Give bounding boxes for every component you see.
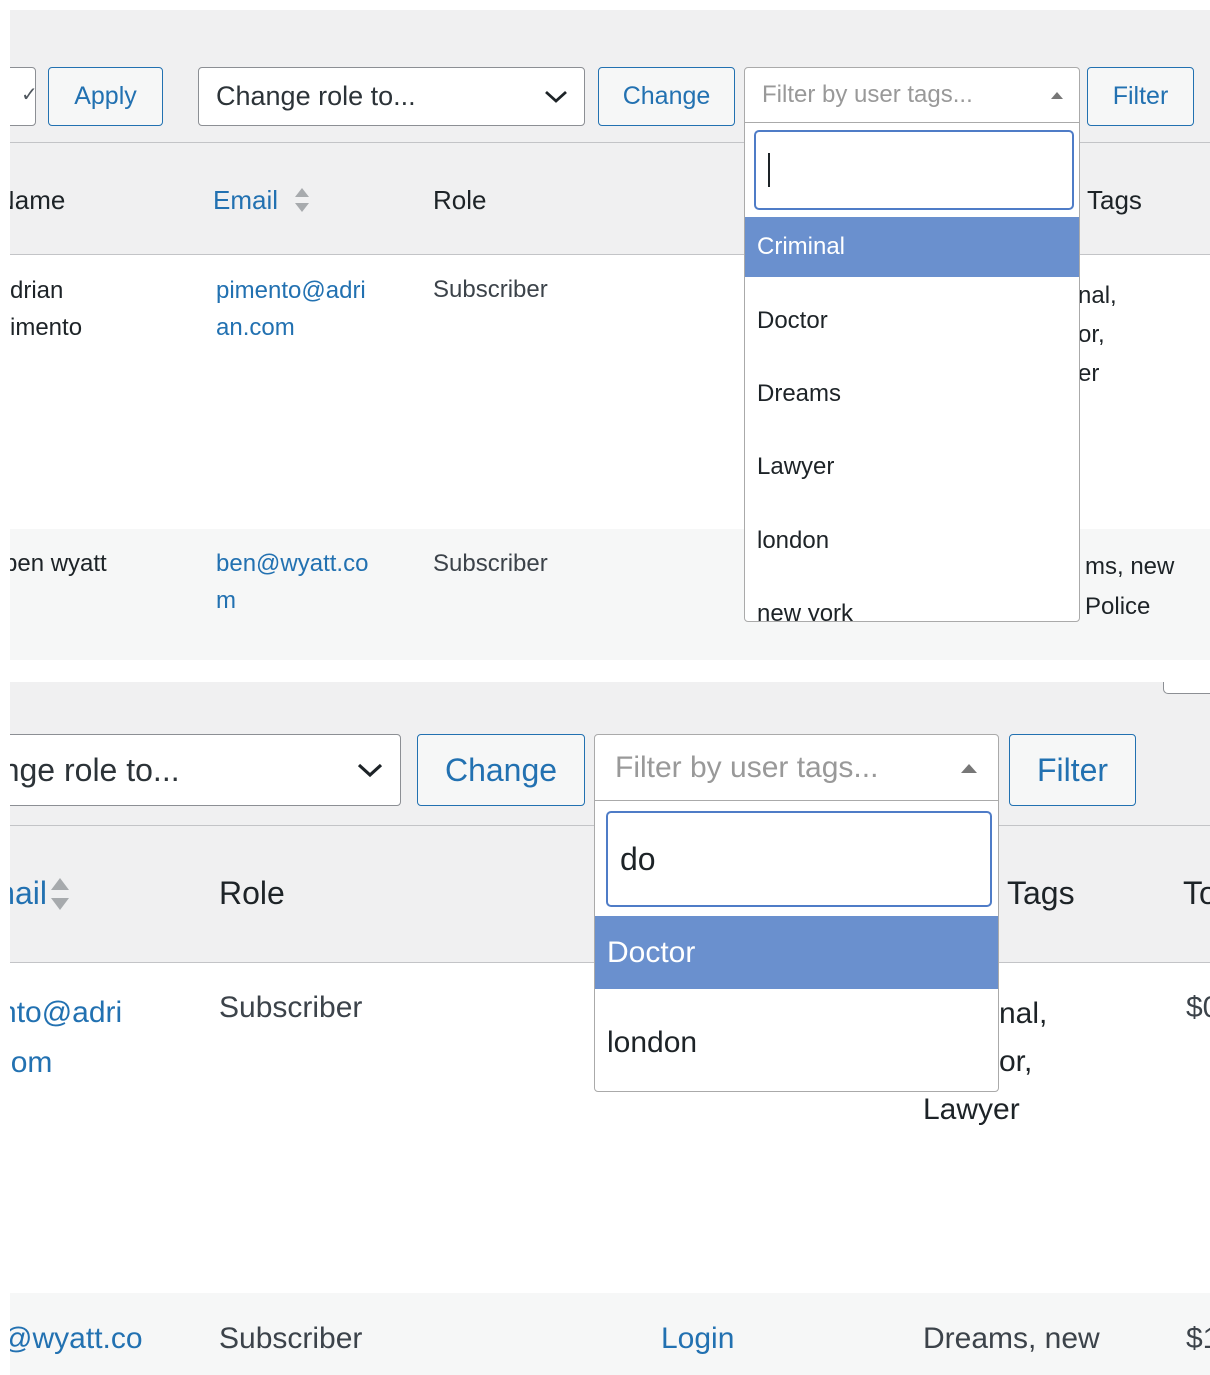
users-table-panel-bottom: Change role to... Change Filter by user …: [10, 682, 1210, 1375]
column-header-email[interactable]: Email: [213, 185, 278, 216]
column-header-tags: Tags: [1087, 185, 1142, 215]
bulk-actions-select[interactable]: ✓: [10, 67, 36, 126]
user-total-cell: $0: [1186, 991, 1210, 1024]
chevron-down-icon: ✓: [21, 82, 35, 107]
user-tags-filter-select[interactable]: Filter by user tags...: [744, 67, 1080, 123]
tag-option[interactable]: london: [595, 1006, 998, 1079]
change-role-button[interactable]: Change: [417, 734, 585, 806]
tag-option[interactable]: Doctor: [595, 916, 998, 989]
chevron-down-icon: [545, 90, 567, 103]
user-name-cell: ben wyatt: [10, 550, 107, 577]
user-tags-cell: Dreams, new: [923, 1322, 1100, 1355]
filter-button-label: Filter: [1112, 82, 1169, 110]
user-email-link[interactable]: ben@wyatt.co: [10, 1322, 143, 1356]
user-email-link[interactable]: pimento@adrian.com: [216, 272, 366, 346]
user-role-cell: Subscriber: [219, 991, 363, 1024]
user-role-cell: Subscriber: [219, 1322, 363, 1355]
user-tags-search-input[interactable]: do: [607, 812, 991, 906]
user-role-cell: Subscriber: [433, 550, 548, 577]
tag-option[interactable]: Lawyer: [745, 437, 1079, 497]
sort-icon[interactable]: [293, 185, 311, 215]
text-cursor: [768, 153, 770, 187]
change-role-select-value: Change role to...: [216, 81, 416, 111]
user-email-link[interactable]: ben@wyatt.co m: [216, 545, 368, 619]
filter-button[interactable]: Filter: [1009, 734, 1136, 806]
user-tags-search-value: do: [620, 840, 656, 877]
user-tags-filter-placeholder: Filter by user tags...: [762, 81, 973, 108]
chevron-down-icon: [357, 763, 383, 778]
user-tags-dropdown: do Doctor london: [594, 800, 999, 1092]
tag-option[interactable]: Doctor: [745, 291, 1079, 351]
column-header-role: Role: [219, 875, 285, 911]
user-tags-filter-placeholder: Filter by user tags...: [615, 751, 879, 784]
change-role-select[interactable]: Change role to...: [10, 734, 401, 806]
user-tags-filter-select[interactable]: Filter by user tags...: [594, 734, 999, 802]
column-header-role: Role: [433, 185, 487, 215]
tag-option[interactable]: london: [745, 511, 1079, 571]
login-as-user-link[interactable]: Login: [661, 1322, 734, 1356]
user-tags-search-input[interactable]: [755, 131, 1073, 209]
user-name-cell: AdrianPimento: [10, 277, 83, 342]
change-role-select-value: Change role to...: [10, 751, 180, 788]
sort-icon[interactable]: [49, 875, 71, 913]
change-button-label: Change: [444, 751, 558, 788]
column-header-email[interactable]: Email: [10, 875, 47, 912]
user-tags-dropdown: Criminal Doctor Dreams Lawyer london new…: [744, 122, 1080, 622]
change-role-select[interactable]: Change role to...: [198, 67, 585, 126]
user-email-link[interactable]: pimento@adrian.com: [10, 988, 122, 1088]
tag-option[interactable]: new york: [745, 584, 1079, 621]
user-tags-cell: nal, or, er: [1078, 282, 1117, 387]
user-tags-cell: ms, new Police: [1085, 553, 1175, 620]
apply-button[interactable]: Apply: [48, 67, 163, 126]
arrow-up-icon: [1051, 92, 1063, 99]
apply-button-label: Apply: [74, 82, 137, 110]
users-table-panel-top: ✓ Apply Change role to... Change Filter …: [10, 10, 1210, 660]
pagination-input-edge: [1163, 682, 1210, 694]
column-header-total: Total: [1183, 875, 1210, 911]
filter-button[interactable]: Filter: [1087, 67, 1194, 126]
user-total-cell: $1: [1186, 1322, 1210, 1355]
user-role-cell: Subscriber: [433, 276, 548, 303]
tag-option[interactable]: Criminal: [745, 217, 1079, 277]
change-role-button[interactable]: Change: [598, 67, 735, 126]
change-button-label: Change: [622, 82, 711, 110]
tag-option[interactable]: Dreams: [745, 364, 1079, 424]
column-header-name[interactable]: Name: [10, 185, 65, 216]
filter-button-label: Filter: [1036, 751, 1109, 788]
column-header-tags: Tags: [1007, 875, 1075, 911]
arrow-up-icon: [961, 764, 977, 773]
